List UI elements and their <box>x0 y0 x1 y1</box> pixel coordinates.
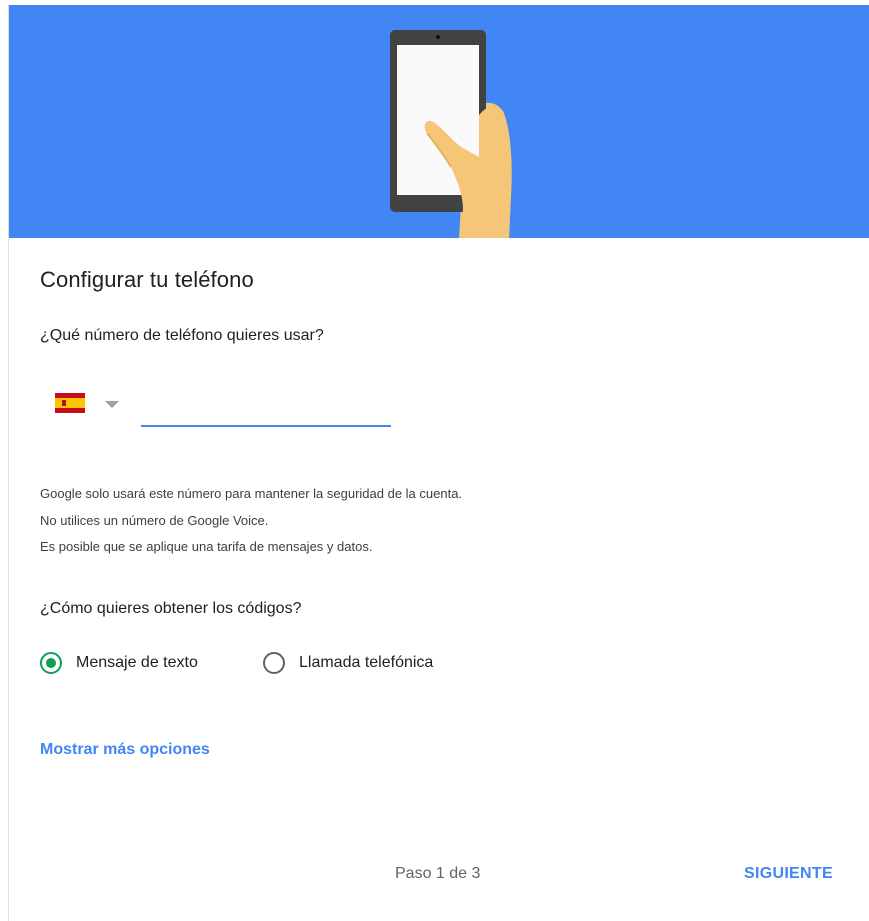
info-notes: Google solo usará este número para mante… <box>40 481 462 561</box>
next-button[interactable]: SIGUIENTE <box>744 865 833 883</box>
radio-phone-call[interactable] <box>263 652 285 674</box>
phone-number-input[interactable] <box>141 395 391 427</box>
country-selector[interactable] <box>55 393 125 421</box>
option-text-message[interactable]: Mensaje de texto <box>40 650 198 676</box>
note-rates: Es posible que se aplique una tarifa de … <box>40 539 373 554</box>
step-indicator: Paso 1 de 3 <box>395 865 481 882</box>
header-banner <box>9 5 869 238</box>
option-text-message-label: Mensaje de texto <box>76 654 198 671</box>
more-options-link[interactable]: Mostrar más opciones <box>40 741 210 759</box>
setup-card: Configurar tu teléfono ¿Qué número de te… <box>8 5 869 921</box>
phone-in-hand-illustration <box>390 30 512 238</box>
radio-text-message[interactable] <box>40 652 62 674</box>
dropdown-arrow-icon[interactable] <box>105 401 119 408</box>
option-phone-call-label: Llamada telefónica <box>299 654 434 671</box>
page-title: Configurar tu teléfono <box>40 267 254 292</box>
codes-question: ¿Cómo quieres obtener los códigos? <box>40 600 302 617</box>
note-security: Google solo usará este número para mante… <box>40 486 463 501</box>
note-google-voice: No utilices un número de Google Voice. <box>40 512 269 528</box>
phone-number-question: ¿Qué número de teléfono quieres usar? <box>40 327 324 344</box>
option-phone-call[interactable]: Llamada telefónica <box>263 650 433 676</box>
spain-flag-icon <box>55 393 85 413</box>
